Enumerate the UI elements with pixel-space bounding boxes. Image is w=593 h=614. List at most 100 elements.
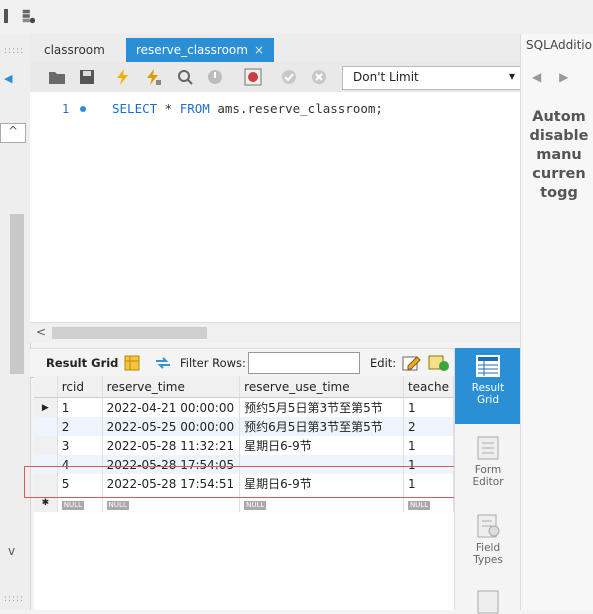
new-row-cell[interactable]: NULL bbox=[102, 493, 241, 512]
table-cell-rcid[interactable]: 3 bbox=[57, 436, 103, 455]
table-header-row: rcid reserve_time reserve_use_time teach… bbox=[34, 376, 455, 398]
table-row[interactable]: 2 2022-05-25 00:00:00 预约6月5日第3节至第5节 2 bbox=[34, 417, 455, 436]
vertical-scrollbar-thumb[interactable] bbox=[10, 214, 24, 374]
form-editor-icon bbox=[477, 436, 499, 460]
field-types-icon bbox=[477, 514, 500, 538]
result-side-panel: Result Grid Form Editor Field Types bbox=[454, 348, 521, 614]
null-badge: NULL bbox=[407, 500, 431, 510]
main-toolbar bbox=[0, 0, 593, 35]
close-tab-icon[interactable]: × bbox=[254, 43, 264, 57]
query-tab-bar: classroom reserve_classroom × bbox=[30, 34, 520, 62]
result-grid[interactable]: rcid reserve_time reserve_use_time teach… bbox=[34, 376, 455, 526]
row-header-corner bbox=[34, 376, 58, 398]
result-grid-label: Result Grid bbox=[46, 356, 119, 370]
column-header-reserve-use-time[interactable]: reserve_use_time bbox=[239, 376, 404, 398]
statement-marker-icon bbox=[80, 106, 86, 112]
table-cell-reserve-use-time[interactable]: 星期日6-9节 bbox=[239, 436, 404, 455]
filter-rows-input[interactable] bbox=[248, 352, 360, 374]
table-cell-rcid[interactable]: 4 bbox=[57, 455, 103, 474]
edit-label: Edit: bbox=[370, 356, 397, 370]
horizontal-scrollbar-thumb[interactable] bbox=[52, 327, 207, 339]
query-stats-icon bbox=[477, 590, 499, 614]
result-table: rcid reserve_time reserve_use_time teach… bbox=[34, 376, 455, 512]
save-icon[interactable] bbox=[78, 68, 96, 86]
table-cell-rcid[interactable]: 1 bbox=[57, 397, 103, 417]
table-cell-reserve-time[interactable]: 2022-05-28 17:54:05 bbox=[102, 455, 241, 474]
nav-forward-icon[interactable]: ▶ bbox=[559, 70, 568, 84]
execute-current-statement-icon[interactable] bbox=[144, 68, 162, 86]
row-header[interactable] bbox=[34, 417, 58, 436]
execute-lightning-icon[interactable] bbox=[114, 68, 132, 86]
navigator-collapsed-panel: ::::: ◀ ^ v ::::: bbox=[0, 34, 31, 610]
table-cell-teacher[interactable]: 1 bbox=[403, 474, 455, 493]
navigator-arrow-icon[interactable]: ◀ bbox=[4, 72, 12, 85]
table-cell-teacher[interactable]: 1 bbox=[403, 397, 455, 417]
row-header[interactable] bbox=[34, 455, 58, 474]
sql-additions-title[interactable]: SQLAdditions bbox=[526, 38, 593, 52]
table-cell-reserve-time[interactable]: 2022-05-25 00:00:00 bbox=[102, 417, 241, 436]
table-cell-reserve-time[interactable]: 2022-04-21 00:00:00 bbox=[102, 397, 241, 417]
table-cell-teacher[interactable]: 1 bbox=[403, 436, 455, 455]
new-row-cell[interactable]: NULL bbox=[57, 493, 103, 512]
open-folder-icon[interactable] bbox=[48, 68, 66, 86]
query-stats-button[interactable] bbox=[455, 584, 521, 614]
insert-row-icon[interactable] bbox=[428, 354, 450, 372]
stop-icon[interactable] bbox=[206, 68, 224, 86]
table-cell-reserve-time[interactable]: 2022-05-28 11:32:21 bbox=[102, 436, 241, 455]
edit-pencil-icon[interactable] bbox=[402, 354, 422, 372]
table-cell-reserve-time[interactable]: 2022-05-28 17:54:51 bbox=[102, 474, 241, 493]
drag-handle-icon[interactable]: ::::: bbox=[4, 46, 24, 56]
drag-handle-bottom-icon[interactable]: ::::: bbox=[4, 594, 24, 604]
result-grid-empty-area bbox=[34, 526, 454, 610]
result-grid-icon bbox=[476, 355, 500, 377]
row-header[interactable] bbox=[34, 436, 58, 455]
sql-editor[interactable]: 1 SELECT * FROM ams.reserve_classroom; bbox=[30, 92, 520, 322]
table-row[interactable]: 3 2022-05-28 11:32:21 星期日6-9节 1 bbox=[34, 436, 455, 455]
tab-reserve-classroom[interactable]: reserve_classroom × bbox=[126, 38, 274, 62]
editor-horizontal-scrollbar[interactable]: < bbox=[30, 322, 520, 343]
new-row-marker-icon: ✱ bbox=[34, 493, 58, 512]
table-cell-reserve-use-time[interactable]: 预约5月5日第3节至第5节 bbox=[239, 397, 404, 417]
scroll-down-icon[interactable]: v bbox=[8, 544, 15, 558]
table-row[interactable]: 5 2022-05-28 17:54:51 星期日6-9节 1 bbox=[34, 474, 455, 493]
grid-view-icon[interactable] bbox=[124, 355, 140, 371]
row-header[interactable]: ▶ bbox=[34, 397, 58, 417]
column-header-rcid[interactable]: rcid bbox=[57, 376, 103, 398]
table-row[interactable]: 4 2022-05-28 17:54:05 1 bbox=[34, 455, 455, 474]
field-types-button[interactable]: Field Types bbox=[455, 508, 521, 572]
column-header-reserve-time[interactable]: reserve_time bbox=[102, 376, 241, 398]
row-header[interactable] bbox=[34, 474, 58, 493]
sql-additions-nav: ◀ ▶ bbox=[532, 70, 568, 84]
tab-classroom[interactable]: classroom bbox=[34, 38, 115, 62]
toggle-continue-on-error-icon[interactable] bbox=[244, 68, 262, 86]
form-editor-button[interactable]: Form Editor bbox=[455, 430, 521, 494]
nav-back-icon[interactable]: ◀ bbox=[532, 70, 541, 84]
scroll-up-icon[interactable]: ^ bbox=[8, 124, 18, 138]
result-grid-button[interactable]: Result Grid bbox=[455, 348, 521, 424]
commit-icon[interactable] bbox=[280, 68, 298, 86]
table-row[interactable]: ▶ 1 2022-04-21 00:00:00 预约5月5日第3节至第5节 1 bbox=[34, 397, 455, 417]
new-row-cell[interactable]: NULL bbox=[403, 493, 455, 512]
table-cell-rcid[interactable]: 5 bbox=[57, 474, 103, 493]
table-cell-reserve-use-time[interactable]: 预约6月5日第3节至第5节 bbox=[239, 417, 404, 436]
refresh-arrows-icon[interactable] bbox=[154, 355, 172, 371]
new-row-cell[interactable]: NULL bbox=[239, 493, 404, 512]
chevron-down-icon: ▾ bbox=[508, 69, 515, 83]
table-cell-teacher[interactable]: 2 bbox=[403, 417, 455, 436]
limit-rows-select[interactable]: Don't Limit ▾ bbox=[342, 66, 524, 90]
column-header-teacher[interactable]: teache bbox=[403, 376, 455, 398]
server-connect-icon[interactable] bbox=[20, 7, 36, 25]
line-number: 1 bbox=[62, 102, 70, 116]
panel-toggle-icon[interactable] bbox=[2, 7, 18, 25]
explain-magnifier-icon[interactable] bbox=[176, 68, 194, 86]
null-badge: NULL bbox=[61, 500, 84, 510]
new-row[interactable]: ✱ NULL NULL NULL NULL bbox=[34, 493, 455, 512]
table-cell-teacher[interactable]: 1 bbox=[403, 455, 455, 474]
rollback-icon[interactable] bbox=[310, 68, 328, 86]
scroll-left-icon[interactable]: < bbox=[36, 325, 46, 339]
sql-statement[interactable]: SELECT * FROM ams.reserve_classroom; bbox=[112, 101, 383, 116]
table-cell-rcid[interactable]: 2 bbox=[57, 417, 103, 436]
auto-help-message: Autom disable manu curren togg bbox=[529, 109, 589, 201]
table-cell-reserve-use-time[interactable]: 星期日6-9节 bbox=[239, 474, 404, 493]
table-cell-reserve-use-time[interactable] bbox=[239, 455, 404, 474]
